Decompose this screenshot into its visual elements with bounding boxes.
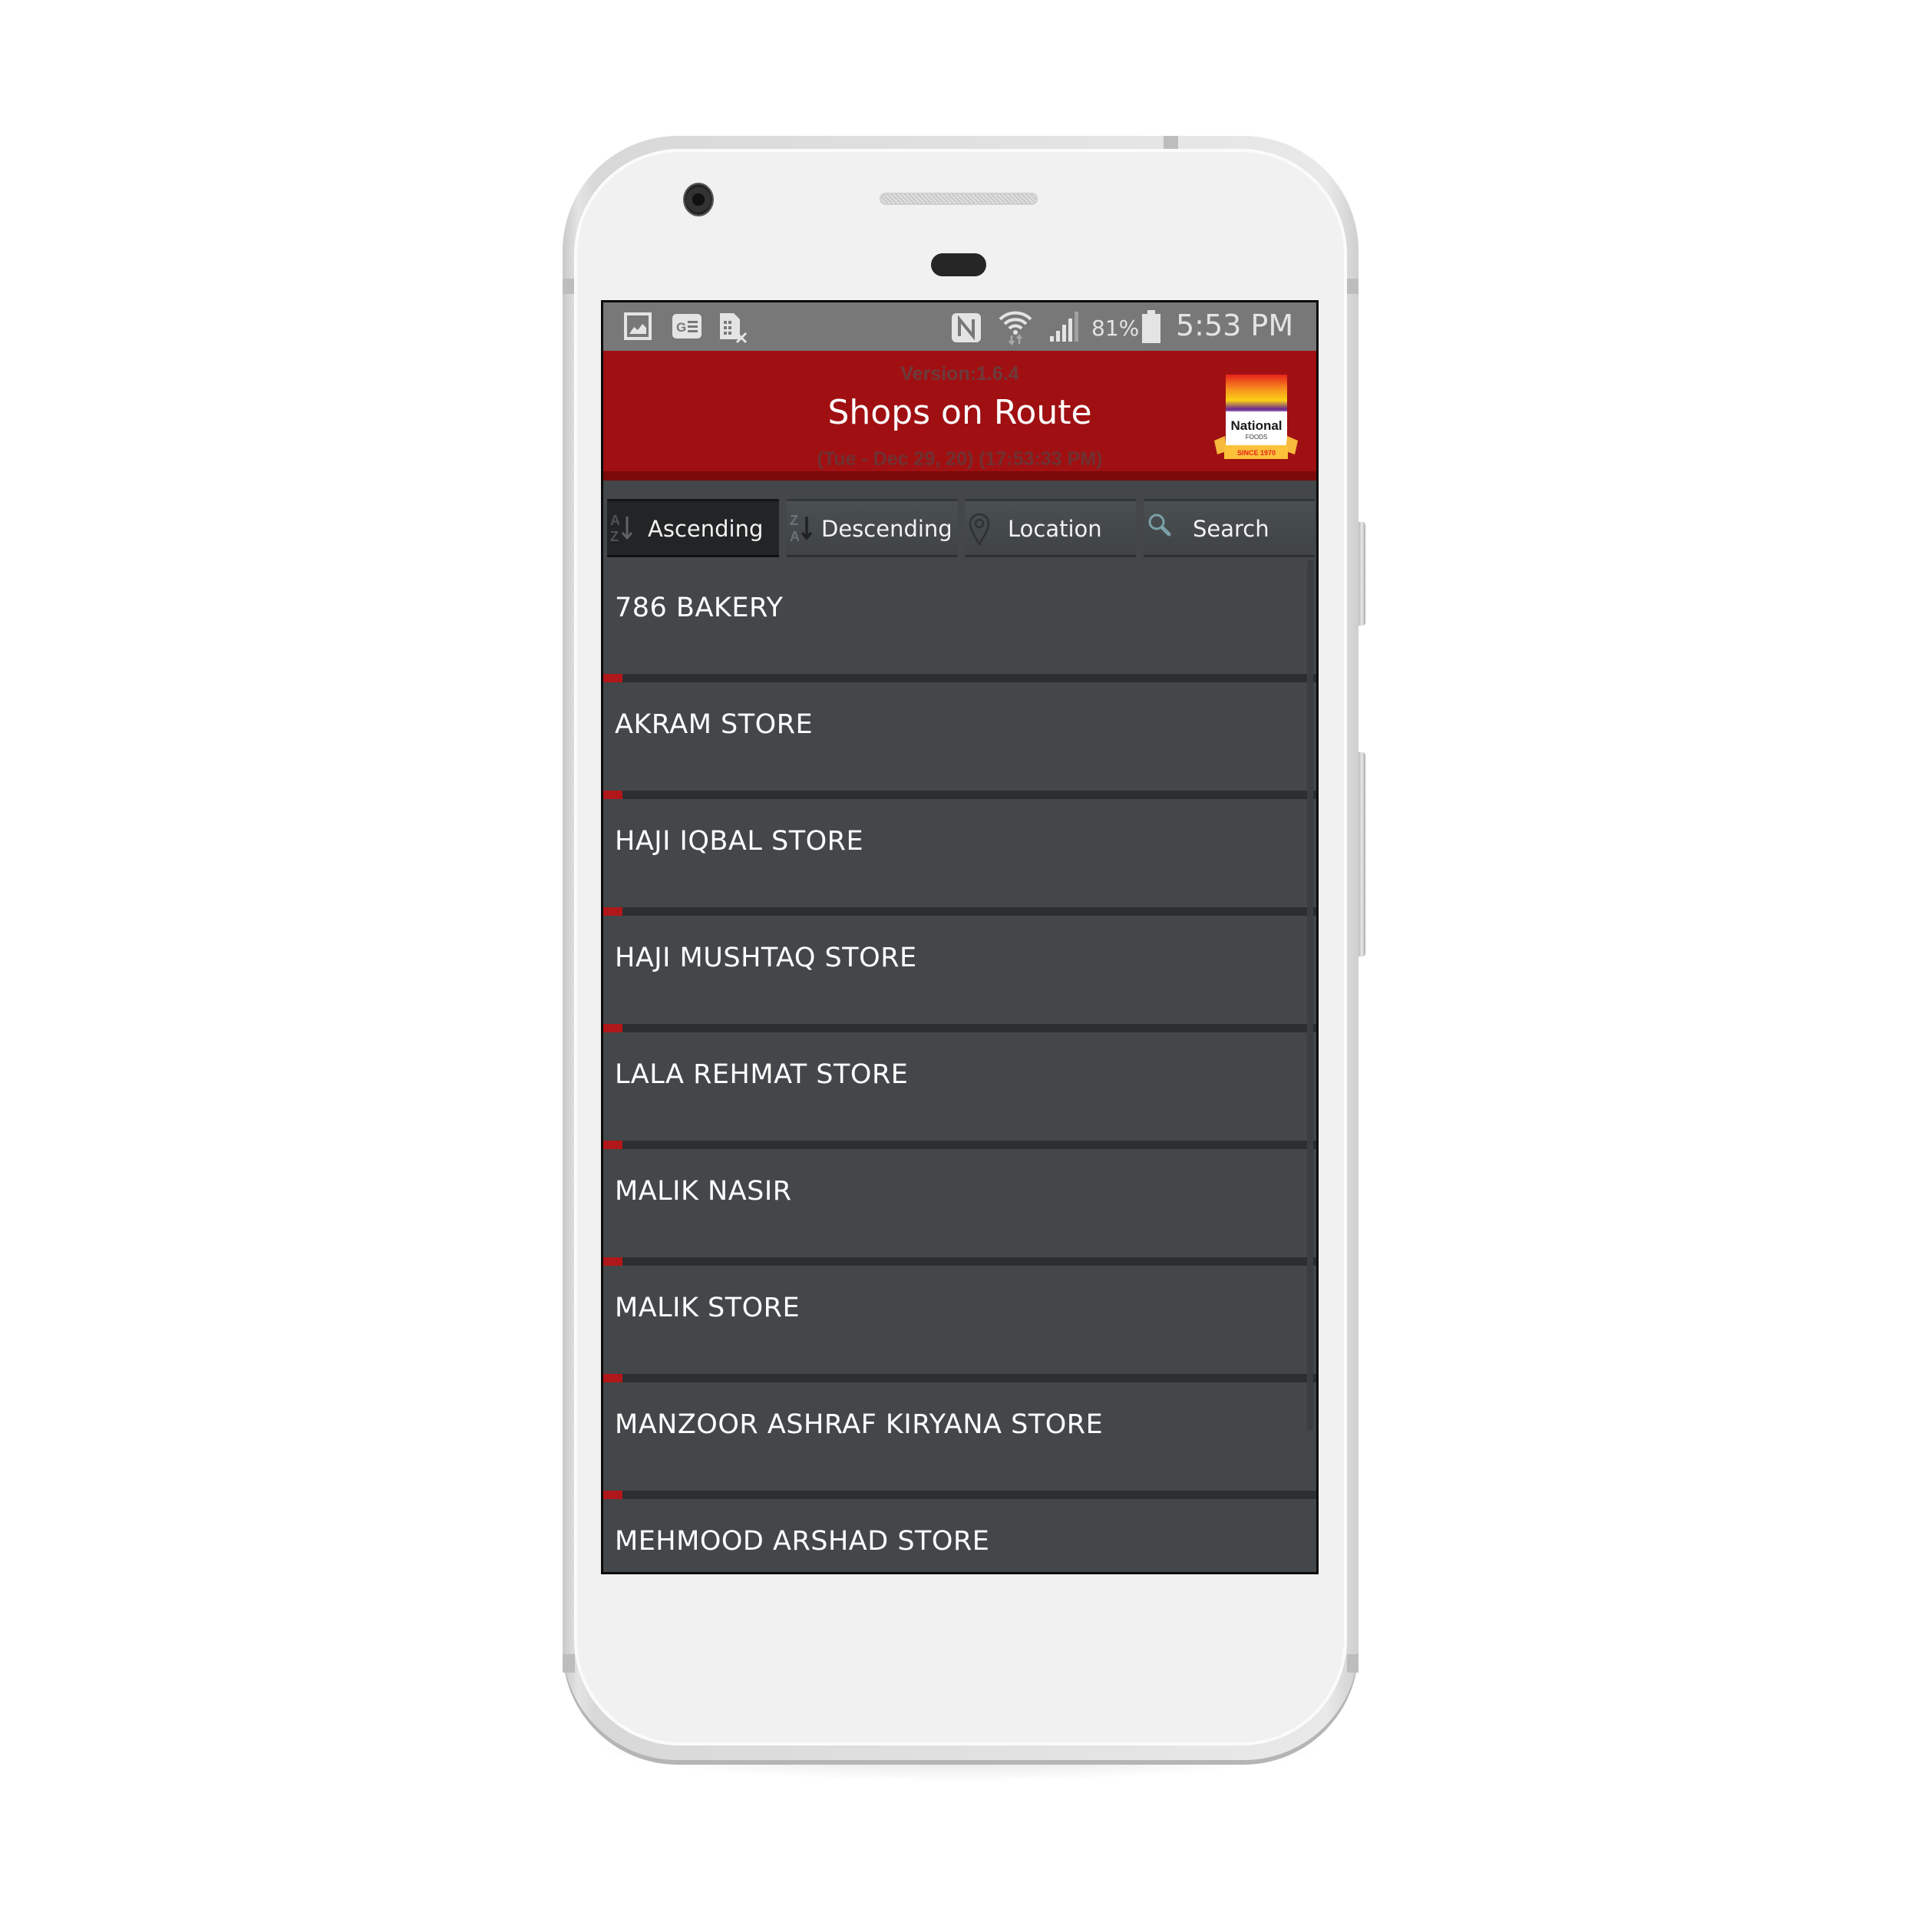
antenna-band: [1347, 279, 1359, 294]
svg-text:G: G: [676, 320, 686, 335]
sim-off-icon: [720, 313, 748, 344]
nfc-icon: [952, 313, 981, 342]
battery-icon: [1142, 310, 1160, 343]
shop-list-item[interactable]: MALIK STORE: [603, 1266, 1316, 1374]
logo-sub: FOODS: [1246, 434, 1267, 441]
divider-accent: [603, 791, 622, 799]
svg-text:Z: Z: [610, 529, 619, 544]
search-label: Search: [1193, 516, 1269, 542]
shop-name: 786 BAKERY: [615, 593, 784, 623]
gallery-icon: [624, 312, 652, 340]
status-bar: G 81% 5:53 PM: [603, 302, 1316, 351]
svg-text:Z: Z: [790, 513, 798, 528]
shop-list-item[interactable]: HAJI IQBAL STORE: [603, 799, 1316, 907]
sort-az-icon: AZ: [610, 512, 635, 551]
signal-icon: [1050, 312, 1078, 342]
list-divider: [603, 1374, 1316, 1382]
shop-name: MEHMOOD ARSHAD STORE: [615, 1526, 990, 1557]
app-version: Version:1.6.4: [900, 363, 1019, 385]
shop-list-item[interactable]: MEHMOOD ARSHAD STORE: [603, 1499, 1316, 1572]
sort-ascending-label: Ascending: [648, 516, 764, 542]
list-scrollbar[interactable]: [1307, 560, 1313, 1431]
divider-accent: [603, 1257, 622, 1266]
shop-name: MALIK NASIR: [615, 1176, 792, 1207]
shop-list: 786 BAKERY AKRAM STORE HAJI IQBAL STORE …: [603, 560, 1316, 1572]
svg-text:A: A: [790, 529, 800, 544]
page-title: Shops on Route: [827, 393, 1092, 432]
shop-list-item[interactable]: MALIK NASIR: [603, 1149, 1316, 1257]
list-divider: [603, 1141, 1316, 1149]
divider-accent: [603, 1374, 622, 1382]
shop-list-item[interactable]: AKRAM STORE: [603, 682, 1316, 791]
antenna-band: [563, 279, 575, 294]
list-divider: [603, 791, 1316, 799]
shop-list-item[interactable]: 786 BAKERY: [603, 560, 1316, 668]
list-divider: [603, 674, 1316, 682]
search-button[interactable]: Search: [1144, 499, 1315, 557]
power-button[interactable]: [1359, 522, 1365, 626]
wifi-icon: [999, 311, 1032, 345]
svg-text:A: A: [610, 513, 620, 528]
proximity-sensor: [931, 253, 986, 276]
list-divider: [603, 1257, 1316, 1266]
header-shadow: [603, 471, 1316, 481]
national-foods-logo: National FOODS SINCE 1970: [1214, 375, 1298, 459]
list-divider: [603, 1491, 1316, 1499]
shop-list-item[interactable]: LALA REHMAT STORE: [603, 1032, 1316, 1141]
google-news-icon: G: [672, 314, 702, 339]
list-divider: [603, 1024, 1316, 1032]
antenna-band: [563, 1654, 575, 1673]
sort-descending-button[interactable]: ZA Descending: [787, 499, 958, 557]
volume-button[interactable]: [1359, 752, 1365, 956]
current-datetime: (Tue - Dec 29, 20) (17:53:33 PM): [817, 448, 1103, 470]
antenna-band: [1164, 136, 1178, 150]
shop-name: LALA REHMAT STORE: [615, 1059, 909, 1090]
map-pin-icon: [968, 512, 991, 551]
sort-za-icon: ZA: [790, 512, 814, 551]
logo-tagline: SINCE 1970: [1237, 449, 1276, 457]
antenna-band: [1347, 1654, 1359, 1673]
logo-name: National: [1230, 418, 1282, 433]
search-icon: [1147, 512, 1173, 547]
status-time: 5:53 PM: [1176, 309, 1294, 342]
divider-accent: [603, 674, 622, 682]
front-camera: [685, 184, 712, 215]
divider-accent: [603, 1141, 622, 1149]
shop-name: MALIK STORE: [615, 1293, 801, 1323]
shop-list-item[interactable]: HAJI MUSHTAQ STORE: [603, 916, 1316, 1024]
battery-percent: 81%: [1091, 315, 1140, 341]
shop-name: HAJI IQBAL STORE: [615, 826, 864, 857]
shop-name: HAJI MUSHTAQ STORE: [615, 943, 917, 973]
shop-list-item[interactable]: MANZOOR ASHRAF KIRYANA STORE: [603, 1382, 1316, 1491]
app-screen: G 81% 5:53 PM Version:1.6.4 Shops on Rou…: [601, 300, 1319, 1574]
earpiece-speaker: [880, 193, 1038, 205]
location-label: Location: [1008, 516, 1102, 542]
sort-ascending-button[interactable]: AZ Ascending: [607, 499, 779, 557]
divider-accent: [603, 1491, 622, 1499]
divider-accent: [603, 907, 622, 916]
list-divider: [603, 907, 1316, 916]
sort-descending-label: Descending: [821, 516, 952, 542]
divider-accent: [603, 1024, 622, 1032]
shop-name: MANZOOR ASHRAF KIRYANA STORE: [615, 1409, 1104, 1440]
shop-name: AKRAM STORE: [615, 709, 814, 740]
location-button[interactable]: Location: [965, 499, 1136, 557]
